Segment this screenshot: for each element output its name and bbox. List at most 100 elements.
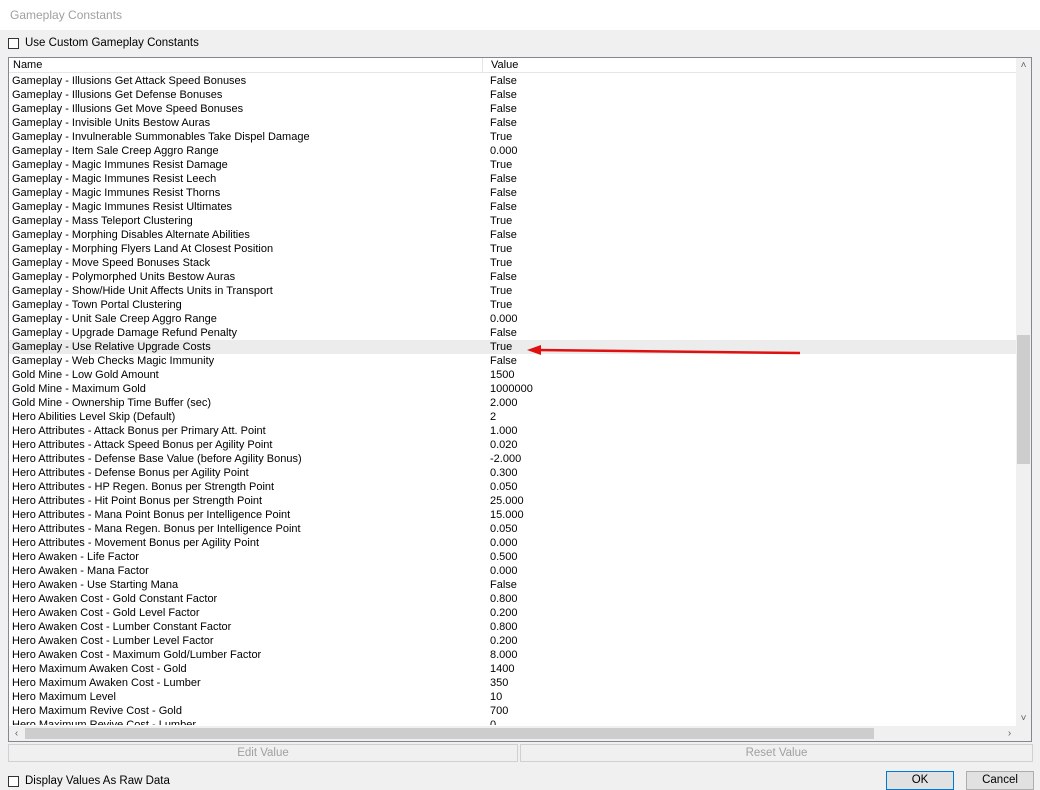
row-name: Gold Mine - Low Gold Amount [12, 369, 159, 381]
scroll-right-arrow-icon[interactable]: › [1002, 726, 1017, 741]
table-row[interactable]: Gameplay - Illusions Get Move Speed Bonu… [9, 102, 1017, 116]
table-row[interactable]: Gameplay - Illusions Get Defense Bonuses… [9, 88, 1017, 102]
row-name: Hero Awaken Cost - Lumber Level Factor [12, 635, 214, 647]
row-name: Gameplay - Show/Hide Unit Affects Units … [12, 285, 273, 297]
row-name: Gameplay - Town Portal Clustering [12, 299, 182, 311]
red-arrow-icon [527, 345, 801, 355]
table-row[interactable]: Hero Maximum Awaken Cost - Gold 1400 [9, 662, 1017, 676]
row-value: 0.300 [490, 467, 518, 479]
table-row[interactable]: Gameplay - Morphing Disables Alternate A… [9, 228, 1017, 242]
table-row[interactable]: Hero Maximum Revive Cost - Gold 700 [9, 704, 1017, 718]
table-row[interactable]: Hero Attributes - Hit Point Bonus per St… [9, 494, 1017, 508]
table-row[interactable]: Hero Awaken Cost - Gold Constant Factor 0… [9, 592, 1017, 606]
table-row[interactable]: Gold Mine - Ownership Time Buffer (sec) 2… [9, 396, 1017, 410]
row-value: 2 [490, 411, 497, 423]
row-value: 0.800 [490, 621, 518, 633]
reset-value-button[interactable]: Reset Value [520, 744, 1033, 762]
horizontal-scroll-thumb[interactable] [25, 728, 874, 739]
row-value: False [490, 271, 517, 283]
table-row[interactable]: Hero Attributes - Mana Regen. Bonus per … [9, 522, 1017, 536]
table-row[interactable]: Hero Abilities Level Skip (Default) 2 [9, 410, 1017, 424]
row-name: Hero Attributes - HP Regen. Bonus per St… [12, 481, 275, 493]
row-name: Gameplay - Invulnerable Summonables Take… [12, 131, 310, 143]
vertical-scrollbar[interactable]: ˄ ˅ [1016, 58, 1031, 726]
column-header-value[interactable]: Value [483, 58, 1017, 72]
table-row[interactable]: Gameplay - Polymorphed Units Bestow Aura… [9, 270, 1017, 284]
table-row[interactable]: Hero Maximum Revive Cost - Lumber 0 [9, 718, 1017, 725]
table-row[interactable]: Hero Attributes - Mana Point Bonus per I… [9, 508, 1017, 522]
table-row[interactable]: Gameplay - Invulnerable Summonables Take… [9, 130, 1017, 144]
row-value: -2.000 [490, 453, 522, 465]
row-value: False [490, 75, 517, 87]
table-row[interactable]: Hero Attributes - Defense Base Value (be… [9, 452, 1017, 466]
table-row[interactable]: Hero Attributes - Attack Speed Bonus per… [9, 438, 1017, 452]
table-row[interactable]: Gameplay - Illusions Get Attack Speed Bo… [9, 74, 1017, 88]
row-value: False [490, 173, 517, 185]
row-value: 2.000 [490, 397, 518, 409]
table-row[interactable]: Gameplay - Show/Hide Unit Affects Units … [9, 284, 1017, 298]
row-name: Gameplay - Magic Immunes Resist Damage [12, 159, 228, 171]
table-row[interactable]: Gameplay - Upgrade Damage Refund Penalty… [9, 326, 1017, 340]
table-row[interactable]: Hero Attributes - Defense Bonus per Agil… [9, 466, 1017, 480]
table-row[interactable]: Gameplay - Web Checks Magic Immunity Fals… [9, 354, 1017, 368]
table-row[interactable]: Gameplay - Magic Immunes Resist Ultimate… [9, 200, 1017, 214]
vertical-scroll-thumb[interactable] [1017, 335, 1030, 464]
table-row[interactable]: Gameplay - Item Sale Creep Aggro Range 0.… [9, 144, 1017, 158]
table-row[interactable]: Hero Awaken Cost - Gold Level Factor 0.20… [9, 606, 1017, 620]
table-row[interactable]: Gameplay - Magic Immunes Resist Damage Tr… [9, 158, 1017, 172]
row-name: Hero Attributes - Mana Regen. Bonus per … [12, 523, 301, 535]
table-row[interactable]: Gameplay - Unit Sale Creep Aggro Range 0.… [9, 312, 1017, 326]
row-name: Gameplay - Move Speed Bonuses Stack [12, 257, 211, 269]
table-row[interactable]: Hero Awaken - Use Starting Mana False [9, 578, 1017, 592]
table-row[interactable]: Gameplay - Town Portal Clustering True [9, 298, 1017, 312]
ok-button[interactable]: OK [886, 771, 954, 790]
horizontal-scrollbar[interactable]: ‹ › [9, 726, 1017, 741]
table-row[interactable]: Hero Attributes - HP Regen. Bonus per St… [9, 480, 1017, 494]
row-name: Hero Attributes - Hit Point Bonus per St… [12, 495, 263, 507]
table-row[interactable]: Hero Awaken Cost - Lumber Level Factor 0.… [9, 634, 1017, 648]
table-row[interactable]: Hero Maximum Level 10 [9, 690, 1017, 704]
row-name: Hero Maximum Revive Cost - Lumber [12, 719, 196, 725]
raw-data-checkbox[interactable] [8, 775, 19, 787]
table-row[interactable]: Gameplay - Morphing Flyers Land At Close… [9, 242, 1017, 256]
table-row[interactable]: Hero Attributes - Attack Bonus per Prima… [9, 424, 1017, 438]
table-row[interactable]: Gameplay - Move Speed Bonuses Stack True [9, 256, 1017, 270]
row-name: Hero Awaken - Life Factor [12, 551, 139, 563]
table-row[interactable]: Gameplay - Magic Immunes Resist Thorns Fa… [9, 186, 1017, 200]
table-row[interactable]: Gameplay - Use Relative Upgrade Costs Tru… [9, 340, 1017, 354]
table-row[interactable]: Hero Awaken - Life Factor 0.500 [9, 550, 1017, 564]
table-row[interactable]: Hero Awaken Cost - Lumber Constant Facto… [9, 620, 1017, 634]
table-row[interactable]: Gameplay - Invisible Units Bestow Auras F… [9, 116, 1017, 130]
table-row[interactable]: Hero Awaken - Mana Factor 0.000 [9, 564, 1017, 578]
raw-data-label: Display Values As Raw Data [25, 775, 170, 787]
row-value: 0.000 [490, 537, 518, 549]
table-row[interactable]: Hero Maximum Awaken Cost - Lumber 350 [9, 676, 1017, 690]
constants-list[interactable]: Name Value Gameplay - Illusions Get Atta… [8, 57, 1032, 742]
row-value: False [490, 579, 517, 591]
row-value: True [490, 243, 513, 255]
list-header: Name Value [9, 58, 1017, 73]
row-name: Hero Maximum Level [12, 691, 116, 703]
row-value: True [490, 299, 513, 311]
row-name: Gameplay - Illusions Get Defense Bonuses [12, 89, 223, 101]
use-custom-checkbox-row[interactable]: Use Custom Gameplay Constants [8, 37, 199, 49]
row-value: 1000000 [490, 383, 533, 395]
row-name: Hero Awaken Cost - Maximum Gold/Lumber F… [12, 649, 262, 661]
table-row[interactable]: Hero Attributes - Movement Bonus per Agi… [9, 536, 1017, 550]
table-row[interactable]: Hero Awaken Cost - Maximum Gold/Lumber F… [9, 648, 1017, 662]
table-row[interactable]: Gold Mine - Maximum Gold 1000000 [9, 382, 1017, 396]
scroll-up-arrow-icon[interactable]: ˄ [1016, 58, 1031, 73]
table-row[interactable]: Gameplay - Mass Teleport Clustering True [9, 214, 1017, 228]
row-value: False [490, 229, 517, 241]
scroll-down-arrow-icon[interactable]: ˅ [1016, 711, 1031, 726]
row-name: Gameplay - Illusions Get Move Speed Bonu… [12, 103, 244, 115]
column-header-name[interactable]: Name [9, 58, 483, 72]
use-custom-checkbox[interactable] [8, 37, 19, 49]
table-row[interactable]: Gameplay - Magic Immunes Resist Leech Fal… [9, 172, 1017, 186]
edit-value-button[interactable]: Edit Value [8, 744, 518, 762]
table-row[interactable]: Gold Mine - Low Gold Amount 1500 [9, 368, 1017, 382]
raw-data-checkbox-row[interactable]: Display Values As Raw Data [8, 775, 170, 787]
scroll-left-arrow-icon[interactable]: ‹ [9, 726, 24, 741]
cancel-button[interactable]: Cancel [966, 771, 1034, 790]
row-value: False [490, 103, 517, 115]
